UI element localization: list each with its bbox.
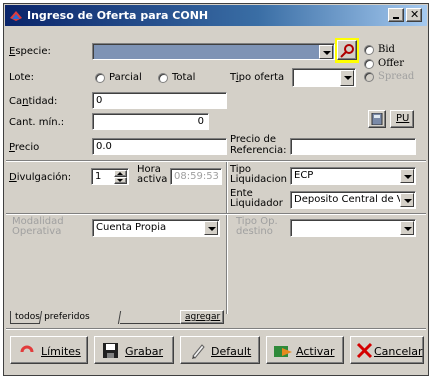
spin-down-button[interactable]: [114, 177, 127, 184]
divider: [6, 213, 426, 215]
offer-radio[interactable]: [364, 59, 374, 69]
tab-strip-line: [120, 323, 180, 324]
tipo-liquidacion-value: ECP: [294, 170, 314, 181]
cantidad-input[interactable]: 0: [92, 92, 227, 109]
modalidad-operativa-select[interactable]: Cuenta Propia: [92, 219, 220, 237]
close-icon: ✕: [410, 8, 420, 21]
spread-label: Spread: [378, 71, 415, 82]
total-radio[interactable]: [158, 73, 168, 83]
calculator-icon: [371, 113, 383, 125]
tab-todos-label: todos: [15, 312, 40, 322]
minimize-button[interactable]: [388, 8, 404, 22]
pu-button[interactable]: PU: [390, 110, 414, 128]
tab-preferidos-label: preferidos: [44, 312, 90, 322]
agregar-button[interactable]: agregar: [180, 310, 224, 324]
precio-ref-input[interactable]: [290, 138, 416, 155]
agregar-label: agregar: [185, 312, 221, 322]
activar-button[interactable]: Activar: [266, 336, 344, 364]
spread-radio: [364, 72, 374, 82]
tab-preferidos[interactable]: preferidos: [38, 311, 122, 324]
hora-activa-label-2: activa: [137, 174, 168, 185]
window-title: Ingreso de Oferta para CONH: [27, 9, 209, 22]
offer-label: Offer: [378, 58, 405, 69]
cant-min-label: Cant. mín.:: [9, 117, 65, 128]
ente-liquidador-select[interactable]: Deposito Central de V: [290, 191, 416, 209]
ente-liquidador-value: Deposito Central de V: [294, 194, 404, 205]
tab-todos[interactable]: todos: [10, 311, 40, 324]
precio-input[interactable]: 0.0: [92, 138, 227, 155]
title-bar[interactable]: Ingreso de Oferta para CONH ✕: [5, 5, 427, 26]
cancel-icon: [356, 342, 373, 359]
cancelar-label: Cancelar: [374, 345, 423, 358]
bid-radio[interactable]: [364, 45, 374, 55]
total-label: Total: [172, 72, 196, 83]
ente-liquidador-dropdown-button[interactable]: [400, 193, 414, 207]
divider: [6, 160, 426, 162]
limites-button[interactable]: Límites: [10, 336, 88, 364]
tipo-op-destino-select[interactable]: [290, 219, 416, 237]
pencil-icon: [192, 344, 205, 359]
especie-select[interactable]: [92, 43, 335, 60]
divulgacion-spinner[interactable]: 1: [91, 168, 129, 185]
divulgacion-label: Divulgación:: [9, 172, 72, 183]
lote-label: Lote:: [9, 72, 34, 83]
search-icon: [340, 44, 354, 58]
calculator-button[interactable]: [368, 110, 386, 128]
tipo-liquidacion-select[interactable]: ECP: [290, 167, 416, 185]
modalidad-operativa-value: Cuenta Propia: [96, 222, 167, 233]
save-icon: [103, 343, 118, 358]
grabar-button[interactable]: Grabar: [94, 336, 174, 364]
especie-label: Especie:: [9, 46, 51, 57]
precio-label: Precio: [9, 142, 40, 153]
order-entry-window: Ingreso de Oferta para CONH ✕ Especie: B…: [3, 3, 429, 376]
tipo-op-destino-label-2: destino: [236, 226, 273, 237]
limits-icon: [18, 345, 36, 359]
tipo-liquidacion-label-2: Liquidacion: [230, 174, 288, 185]
default-button[interactable]: Default: [180, 336, 260, 364]
bid-label: Bid: [378, 44, 395, 55]
precio-ref-label-1: Precio de: [230, 134, 276, 145]
search-button[interactable]: [337, 40, 357, 60]
cant-min-input[interactable]: 0: [92, 113, 209, 130]
app-icon: [10, 11, 22, 21]
default-label: Default: [211, 345, 252, 358]
grabar-label: Grabar: [125, 345, 164, 358]
vertical-divider: [226, 162, 228, 314]
modalidad-label-2: Operativa: [12, 226, 62, 237]
ente-liquidador-label-2: Liquidador: [230, 198, 283, 209]
spin-up-button[interactable]: [114, 170, 127, 177]
activate-icon: [274, 346, 292, 357]
tipo-op-destino-dropdown-button[interactable]: [400, 221, 414, 235]
modalidad-dropdown-button[interactable]: [204, 221, 218, 235]
cantidad-label: Cantidad:: [9, 96, 58, 107]
activar-label: Activar: [296, 345, 335, 358]
especie-dropdown-button[interactable]: [319, 45, 333, 59]
limites-label: Límites: [41, 345, 81, 358]
divider: [6, 328, 426, 330]
pu-label: PU: [396, 113, 410, 124]
hora-activa-input[interactable]: 08:59:53: [170, 168, 222, 185]
tipo-oferta-dropdown-button[interactable]: [340, 70, 354, 86]
tipo-oferta-select[interactable]: [292, 68, 356, 87]
parcial-label: Parcial: [109, 72, 142, 83]
tipo-oferta-label: Tipo oferta: [230, 72, 285, 83]
parcial-radio[interactable]: [95, 73, 105, 83]
divulgacion-value: 1: [95, 171, 102, 182]
tipo-liquidacion-dropdown-button[interactable]: [400, 169, 414, 183]
precio-ref-label-2: Referencia:: [230, 145, 287, 156]
close-button[interactable]: ✕: [406, 8, 422, 22]
cancelar-button[interactable]: Cancelar: [350, 336, 424, 364]
